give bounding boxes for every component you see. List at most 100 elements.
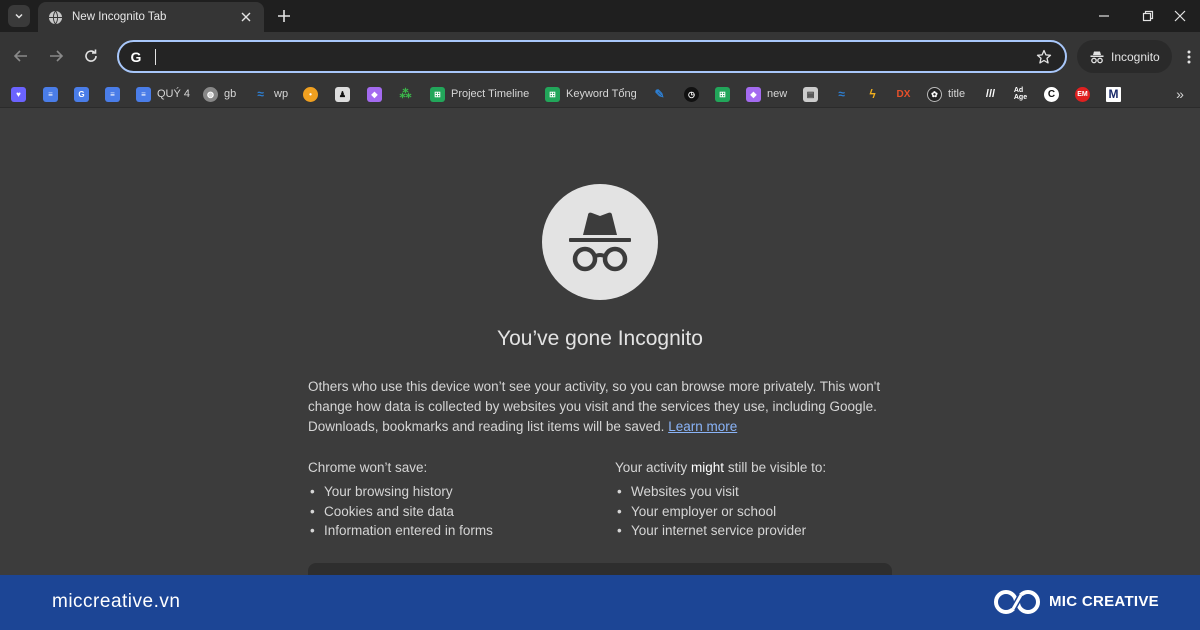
bookmarks-bar: ♥ ≡ G ≡ ≡ QUÝ 4 ◍ gb ≈ wp • ♟ ◆ ⁂ ⊞ Project …: [0, 80, 1200, 108]
restore-button[interactable]: [1138, 6, 1158, 26]
tab-close-button[interactable]: [238, 9, 254, 25]
reload-button[interactable]: [79, 44, 103, 68]
close-icon: [241, 12, 251, 22]
minimize-icon: [1099, 15, 1109, 17]
footer-brand: MIC CREATIVE: [1049, 593, 1159, 610]
text-cursor: [155, 49, 156, 65]
person-icon: ♟: [335, 86, 350, 102]
bookmark-item[interactable]: ◷: [684, 84, 699, 104]
tab-title: New Incognito Tab: [72, 11, 167, 23]
m-icon: M: [1106, 86, 1121, 102]
bookmark-item[interactable]: ≈ wp: [253, 84, 288, 104]
google-icon: G: [130, 49, 142, 65]
list-item: Your browsing history: [308, 482, 608, 502]
docs-icon: ≡: [43, 86, 58, 102]
bookmark-item[interactable]: ϟ: [865, 84, 880, 104]
bookmark-item[interactable]: M: [1106, 84, 1121, 104]
edit-icon: ✎: [654, 87, 665, 101]
bookmark-item[interactable]: ≡ QUÝ 4: [136, 84, 190, 104]
circle-icon: •: [303, 86, 318, 102]
bookmark-item[interactable]: ✎: [652, 84, 667, 104]
globe-icon: ◍: [203, 86, 218, 102]
wont-save-heading: Chrome won’t save:: [308, 460, 428, 475]
incognito-hero-icon: [542, 184, 658, 300]
heart-icon: ♥: [11, 86, 26, 102]
tab-strip: New Incognito Tab: [0, 0, 1200, 32]
bookmark-item[interactable]: ▤: [803, 84, 818, 104]
docs-icon: ≡: [136, 86, 151, 102]
list-item: Cookies and site data: [308, 502, 608, 522]
footer-site-url: miccreative.vn: [52, 591, 181, 612]
learn-more-link[interactable]: Learn more: [668, 419, 737, 434]
stripes-icon: ///: [985, 88, 996, 100]
close-icon: [1174, 10, 1186, 22]
bookmark-item[interactable]: ♟: [335, 84, 350, 104]
wont-save-section: Chrome won’t save: Your browsing history…: [308, 458, 608, 541]
tab-search-button[interactable]: [8, 5, 30, 27]
dx-icon: DX: [896, 88, 911, 100]
arrow-left-icon: [13, 50, 27, 62]
em-icon: EM: [1075, 86, 1090, 102]
bookmark-item[interactable]: ♥: [11, 84, 26, 104]
wave-icon: ≈: [257, 87, 264, 101]
bookmark-item[interactable]: ≡: [43, 84, 58, 104]
sheets-icon: ⊞: [715, 86, 730, 102]
restore-icon: [1142, 10, 1154, 22]
bookmark-item[interactable]: ///: [983, 84, 998, 104]
footer-banner: miccreative.vn MIC CREATIVE: [0, 575, 1200, 630]
bookmark-item[interactable]: ◆ new: [746, 84, 787, 104]
reload-icon: [85, 49, 97, 62]
intro-text: Others who use this device won’t see you…: [308, 377, 898, 437]
bolt-icon: ϟ: [869, 87, 876, 101]
list-item: Information entered in forms: [308, 521, 608, 541]
incognito-profile-button[interactable]: Incognito: [1077, 40, 1172, 73]
bookmark-item[interactable]: ⊞ Project Timeline: [430, 84, 529, 104]
minimize-button[interactable]: [1094, 6, 1114, 26]
bookmark-item[interactable]: Ad Age: [1013, 84, 1028, 104]
more-bookmarks-button[interactable]: »: [1172, 84, 1188, 104]
bookmark-item[interactable]: C: [1044, 84, 1059, 104]
new-tab-button[interactable]: [274, 6, 294, 26]
star-icon: [1036, 49, 1052, 64]
more-vert-icon: [1187, 50, 1191, 64]
incognito-icon: [569, 212, 631, 272]
bookmark-item[interactable]: ✿ title: [927, 84, 965, 104]
sheets-icon: ⊞: [545, 86, 560, 102]
openai-icon: ✿: [927, 86, 942, 102]
bookmark-item[interactable]: ⊞: [715, 84, 730, 104]
wont-save-list: Your browsing history Cookies and site d…: [308, 482, 608, 541]
bookmark-item[interactable]: ⊞ Keyword Tổng: [545, 84, 637, 104]
menu-button[interactable]: [1183, 48, 1195, 66]
list-item: Your internet service provider: [615, 521, 915, 541]
tab-new-incognito[interactable]: New Incognito Tab: [38, 2, 264, 32]
puzzle-icon: ◆: [367, 86, 382, 102]
might-visible-heading: Your activity might still be visible to:: [615, 460, 827, 475]
bookmark-item[interactable]: G: [74, 84, 89, 104]
list-item: Websites you visit: [615, 482, 915, 502]
back-button[interactable]: [9, 44, 33, 68]
store-icon: ▤: [803, 86, 818, 102]
translate-icon: G: [74, 86, 89, 102]
incognito-label: Incognito: [1111, 49, 1160, 64]
mic-creative-logo: [994, 590, 1040, 614]
bookmark-star-button[interactable]: [1035, 48, 1053, 66]
bookmark-item[interactable]: ◆: [367, 84, 382, 104]
bookmark-item[interactable]: ◍ gb: [203, 84, 236, 104]
page-title: You’ve gone Incognito: [497, 327, 703, 350]
bookmark-item[interactable]: DX: [896, 84, 911, 104]
bookmark-item[interactable]: ≈: [834, 84, 849, 104]
might-visible-list: Websites you visit Your employer or scho…: [615, 482, 915, 541]
bookmark-item[interactable]: ≡: [105, 84, 120, 104]
intro-body: Others who use this device won’t see you…: [308, 379, 881, 434]
bookmark-item[interactable]: EM: [1075, 84, 1090, 104]
window-close-button[interactable]: [1170, 6, 1190, 26]
bookmark-item[interactable]: •: [303, 84, 318, 104]
plus-icon: [278, 10, 290, 22]
address-bar[interactable]: G: [117, 40, 1067, 73]
timer-icon: ◷: [684, 86, 699, 102]
might-visible-section: Your activity might still be visible to:…: [615, 458, 915, 541]
forward-button[interactable]: [44, 44, 68, 68]
adage-icon: Ad Age: [1013, 87, 1028, 101]
c-icon: C: [1044, 86, 1059, 102]
bookmark-item[interactable]: ⁂: [398, 84, 413, 104]
